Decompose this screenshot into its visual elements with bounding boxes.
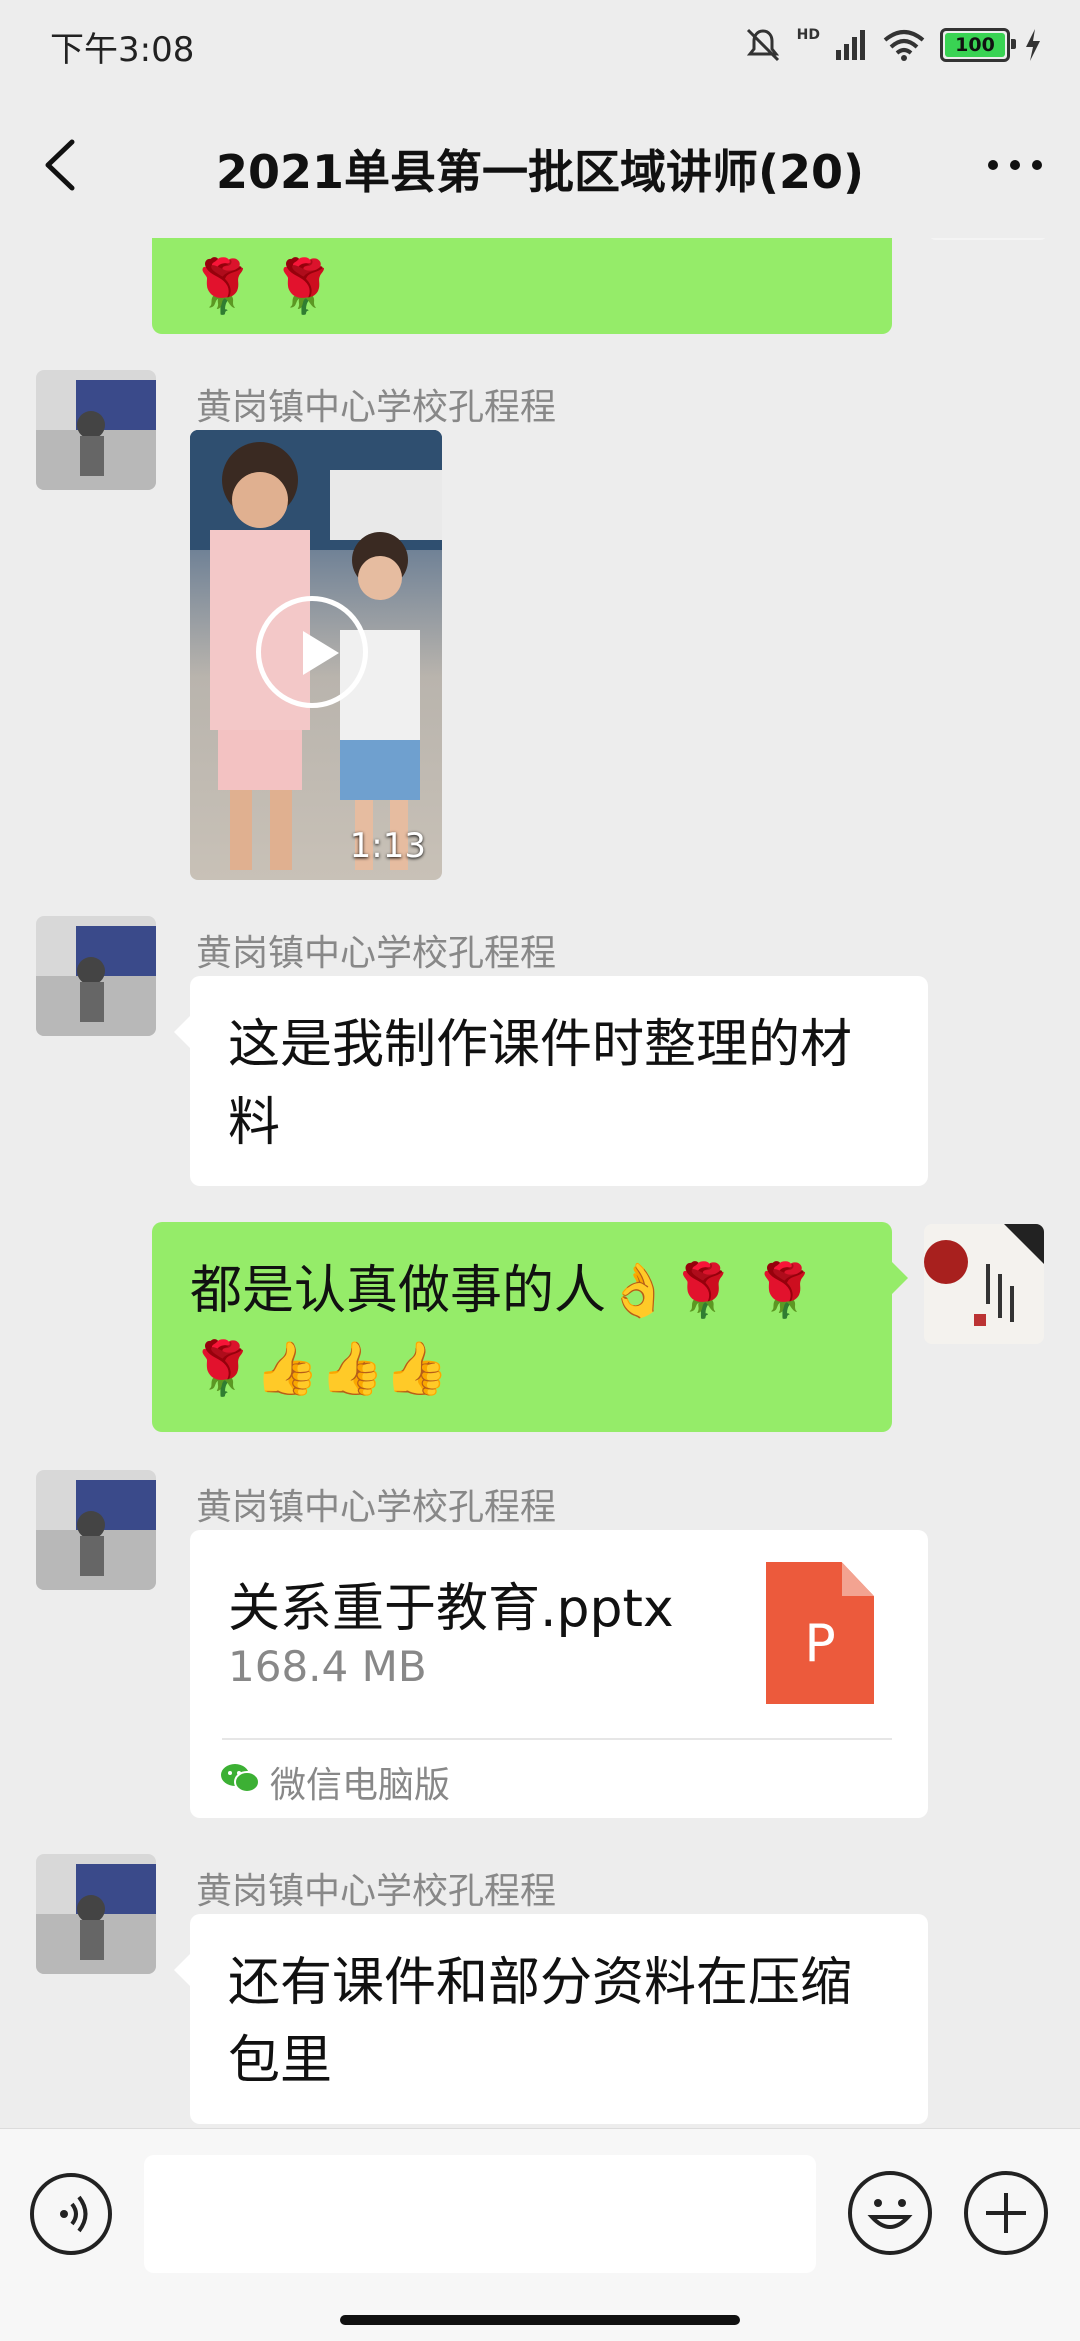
sender-name: 黄岗镇中心学校孔程程 — [196, 1871, 557, 1912]
avatar-image — [36, 1854, 156, 1974]
text-message[interactable]: 这是我制作课件时整理的材料 — [174, 976, 928, 1186]
avatar-self-partial[interactable] — [928, 238, 1048, 240]
video-thumbnail[interactable]: 1:13 — [190, 430, 442, 880]
sender-name: 黄岗镇中心学校孔程程 — [196, 387, 557, 428]
avatar[interactable] — [36, 1470, 156, 1590]
emoji-button[interactable] — [848, 2171, 932, 2255]
message-text: 还有课件和部分资料在压缩包里 — [228, 1953, 853, 2091]
play-icon[interactable] — [256, 596, 368, 708]
more-icon[interactable] — [980, 130, 1050, 200]
own-message-partial[interactable]: 🌹 🌹 — [152, 238, 892, 334]
file-source: 微信电脑版 — [270, 1765, 451, 1806]
more-functions-button[interactable] — [964, 2171, 1048, 2255]
emoji-icon — [867, 2199, 913, 2229]
status-time: 下午3:08 — [50, 30, 195, 70]
mute-icon — [746, 28, 779, 62]
input-bar — [0, 2128, 1080, 2341]
charging-icon — [1026, 29, 1040, 61]
status-icons: HD 100 — [743, 22, 1042, 68]
home-indicator[interactable] — [340, 2315, 740, 2325]
plus-icon — [986, 2193, 1026, 2233]
file-size: 168.4 MB — [228, 1642, 427, 1691]
own-message[interactable]: 都是认真做事的人👌🌹 🌹 🌹👍👍👍 — [152, 1222, 908, 1432]
status-bar: 下午3:08 HD 100 — [0, 0, 1080, 90]
message-input[interactable] — [144, 2155, 816, 2273]
network-hd-label: HD — [796, 27, 820, 43]
avatar-image — [36, 1470, 156, 1590]
ppt-file-icon: P — [766, 1562, 874, 1704]
file-message[interactable]: 关系重于教育.pptx 168.4 MB P 微信电脑版 — [190, 1530, 928, 1818]
file-type-letter: P — [804, 1614, 836, 1674]
divider — [222, 1738, 892, 1740]
chat-area[interactable]: 🌹 🌹 黄岗镇中心学校孔程程 1:13 黄岗镇中心学校孔程程 这是我制作课件时整… — [0, 238, 1080, 2128]
back-icon[interactable] — [30, 130, 100, 200]
title-bar: 2021单县第一批区域讲师(20) — [0, 90, 1080, 240]
sender-name: 黄岗镇中心学校孔程程 — [196, 1487, 557, 1528]
message-text: 🌹 🌹 — [190, 257, 337, 317]
avatar[interactable] — [36, 1854, 156, 1974]
chat-title: 2021单县第一批区域讲师(20) — [215, 145, 865, 199]
message-text: 都是认真做事的人👌🌹 🌹 🌹👍👍👍 — [190, 1261, 817, 1399]
avatar-self[interactable] — [924, 1224, 1044, 1344]
message-text: 这是我制作课件时整理的材料 — [228, 1015, 853, 1153]
text-message[interactable]: 还有课件和部分资料在压缩包里 — [174, 1914, 928, 2124]
battery-icon: 100 — [940, 28, 1016, 62]
voice-icon — [60, 2195, 88, 2233]
avatar-image — [36, 370, 156, 490]
wechat-icon — [221, 1764, 260, 1793]
signal-icon — [836, 30, 865, 60]
avatar-image — [36, 916, 156, 1036]
file-name: 关系重于教育.pptx — [228, 1579, 674, 1639]
battery-level: 100 — [955, 34, 995, 56]
avatar[interactable] — [36, 370, 156, 490]
avatar-image — [924, 1224, 1044, 1344]
wifi-icon — [883, 30, 925, 61]
voice-button[interactable] — [30, 2173, 112, 2255]
sender-name: 黄岗镇中心学校孔程程 — [196, 933, 557, 974]
avatar[interactable] — [36, 916, 156, 1036]
video-duration: 1:13 — [349, 826, 426, 866]
